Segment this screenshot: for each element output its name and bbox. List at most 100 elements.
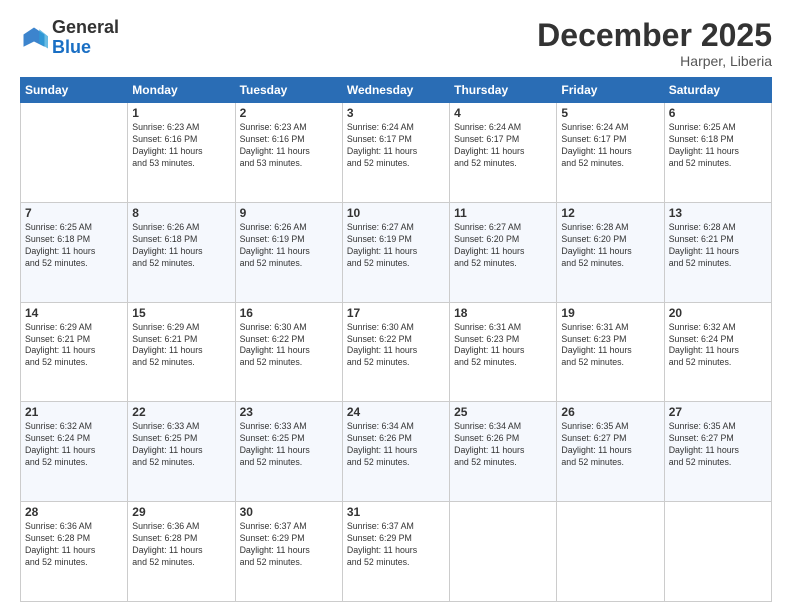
day-number: 15: [132, 306, 230, 320]
logo-icon: [20, 24, 48, 52]
day-number: 26: [561, 405, 659, 419]
day-number: 31: [347, 505, 445, 519]
day-number: 9: [240, 206, 338, 220]
cell-info: Sunrise: 6:33 AM Sunset: 6:25 PM Dayligh…: [240, 421, 338, 469]
logo-general-text: General: [52, 18, 119, 38]
day-number: 28: [25, 505, 123, 519]
day-number: 27: [669, 405, 767, 419]
day-number: 14: [25, 306, 123, 320]
calendar-week-row: 21Sunrise: 6:32 AM Sunset: 6:24 PM Dayli…: [21, 402, 772, 502]
day-header-saturday: Saturday: [664, 78, 771, 103]
day-number: 29: [132, 505, 230, 519]
cell-info: Sunrise: 6:23 AM Sunset: 6:16 PM Dayligh…: [240, 122, 338, 170]
calendar-cell: 21Sunrise: 6:32 AM Sunset: 6:24 PM Dayli…: [21, 402, 128, 502]
calendar-cell: 27Sunrise: 6:35 AM Sunset: 6:27 PM Dayli…: [664, 402, 771, 502]
cell-info: Sunrise: 6:36 AM Sunset: 6:28 PM Dayligh…: [132, 521, 230, 569]
calendar-cell: 4 Sunrise: 6:24 AM Sunset: 6:17 PM Daylig…: [450, 103, 557, 203]
calendar-header-row: SundayMondayTuesdayWednesdayThursdayFrid…: [21, 78, 772, 103]
subtitle: Harper, Liberia: [537, 53, 772, 69]
cell-info: Sunrise: 6:24 AM Sunset: 6:17 PM Dayligh…: [347, 122, 445, 170]
day-number: 19: [561, 306, 659, 320]
day-number: 11: [454, 206, 552, 220]
calendar-cell: 3Sunrise: 6:24 AM Sunset: 6:17 PM Daylig…: [342, 103, 449, 203]
day-header-wednesday: Wednesday: [342, 78, 449, 103]
cell-info: Sunrise: 6:29 AM Sunset: 6:21 PM Dayligh…: [25, 322, 123, 370]
calendar-cell: 26 Sunrise: 6:35 AM Sunset: 6:27 PM Dayli…: [557, 402, 664, 502]
calendar-cell: 17Sunrise: 6:30 AM Sunset: 6:22 PM Dayli…: [342, 302, 449, 402]
calendar-cell: 1 Sunrise: 6:23 AM Sunset: 6:16 PM Daylig…: [128, 103, 235, 203]
calendar-cell: 20Sunrise: 6:32 AM Sunset: 6:24 PM Dayli…: [664, 302, 771, 402]
calendar-cell: 15 Sunrise: 6:29 AM Sunset: 6:21 PM Dayli…: [128, 302, 235, 402]
day-number: 10: [347, 206, 445, 220]
day-number: 20: [669, 306, 767, 320]
day-header-tuesday: Tuesday: [235, 78, 342, 103]
calendar-cell: 23 Sunrise: 6:33 AM Sunset: 6:25 PM Dayli…: [235, 402, 342, 502]
calendar-cell: 19 Sunrise: 6:31 AM Sunset: 6:23 PM Dayli…: [557, 302, 664, 402]
day-number: 23: [240, 405, 338, 419]
cell-info: Sunrise: 6:26 AM Sunset: 6:19 PM Dayligh…: [240, 222, 338, 270]
calendar-cell: 10Sunrise: 6:27 AM Sunset: 6:19 PM Dayli…: [342, 202, 449, 302]
calendar-week-row: 14 Sunrise: 6:29 AM Sunset: 6:21 PM Dayli…: [21, 302, 772, 402]
title-block: December 2025 Harper, Liberia: [537, 18, 772, 69]
calendar-cell: 8 Sunrise: 6:26 AM Sunset: 6:18 PM Daylig…: [128, 202, 235, 302]
calendar-cell: 28 Sunrise: 6:36 AM Sunset: 6:28 PM Dayli…: [21, 502, 128, 602]
day-number: 30: [240, 505, 338, 519]
day-number: 6: [669, 106, 767, 120]
calendar-cell: 29 Sunrise: 6:36 AM Sunset: 6:28 PM Dayli…: [128, 502, 235, 602]
header: General Blue December 2025 Harper, Liber…: [20, 18, 772, 69]
cell-info: Sunrise: 6:29 AM Sunset: 6:21 PM Dayligh…: [132, 322, 230, 370]
cell-info: Sunrise: 6:31 AM Sunset: 6:23 PM Dayligh…: [454, 322, 552, 370]
cell-info: Sunrise: 6:25 AM Sunset: 6:18 PM Dayligh…: [669, 122, 767, 170]
cell-info: Sunrise: 6:34 AM Sunset: 6:26 PM Dayligh…: [454, 421, 552, 469]
calendar-cell: 5Sunrise: 6:24 AM Sunset: 6:17 PM Daylig…: [557, 103, 664, 203]
day-header-monday: Monday: [128, 78, 235, 103]
logo-text: General Blue: [52, 18, 119, 58]
day-number: 4: [454, 106, 552, 120]
day-number: 1: [132, 106, 230, 120]
cell-info: Sunrise: 6:35 AM Sunset: 6:27 PM Dayligh…: [561, 421, 659, 469]
calendar-cell: [21, 103, 128, 203]
calendar-cell: 30 Sunrise: 6:37 AM Sunset: 6:29 PM Dayli…: [235, 502, 342, 602]
calendar-cell: 12 Sunrise: 6:28 AM Sunset: 6:20 PM Dayli…: [557, 202, 664, 302]
month-title: December 2025: [537, 18, 772, 53]
cell-info: Sunrise: 6:37 AM Sunset: 6:29 PM Dayligh…: [240, 521, 338, 569]
day-number: 8: [132, 206, 230, 220]
calendar-cell: 14 Sunrise: 6:29 AM Sunset: 6:21 PM Dayli…: [21, 302, 128, 402]
day-number: 13: [669, 206, 767, 220]
calendar-cell: 31 Sunrise: 6:37 AM Sunset: 6:29 PM Dayli…: [342, 502, 449, 602]
calendar-cell: 22Sunrise: 6:33 AM Sunset: 6:25 PM Dayli…: [128, 402, 235, 502]
day-number: 16: [240, 306, 338, 320]
cell-info: Sunrise: 6:37 AM Sunset: 6:29 PM Dayligh…: [347, 521, 445, 569]
calendar-cell: 9 Sunrise: 6:26 AM Sunset: 6:19 PM Daylig…: [235, 202, 342, 302]
cell-info: Sunrise: 6:24 AM Sunset: 6:17 PM Dayligh…: [454, 122, 552, 170]
logo-blue-text: Blue: [52, 38, 119, 58]
page: General Blue December 2025 Harper, Liber…: [0, 0, 792, 612]
calendar-week-row: 7 Sunrise: 6:25 AM Sunset: 6:18 PM Daylig…: [21, 202, 772, 302]
day-number: 22: [132, 405, 230, 419]
cell-info: Sunrise: 6:23 AM Sunset: 6:16 PM Dayligh…: [132, 122, 230, 170]
logo: General Blue: [20, 18, 119, 58]
cell-info: Sunrise: 6:31 AM Sunset: 6:23 PM Dayligh…: [561, 322, 659, 370]
cell-info: Sunrise: 6:26 AM Sunset: 6:18 PM Dayligh…: [132, 222, 230, 270]
day-number: 21: [25, 405, 123, 419]
calendar-table: SundayMondayTuesdayWednesdayThursdayFrid…: [20, 77, 772, 602]
cell-info: Sunrise: 6:30 AM Sunset: 6:22 PM Dayligh…: [240, 322, 338, 370]
cell-info: Sunrise: 6:25 AM Sunset: 6:18 PM Dayligh…: [25, 222, 123, 270]
calendar-cell: [450, 502, 557, 602]
calendar-cell: [557, 502, 664, 602]
day-number: 24: [347, 405, 445, 419]
day-header-thursday: Thursday: [450, 78, 557, 103]
cell-info: Sunrise: 6:28 AM Sunset: 6:20 PM Dayligh…: [561, 222, 659, 270]
calendar-cell: 11 Sunrise: 6:27 AM Sunset: 6:20 PM Dayli…: [450, 202, 557, 302]
day-number: 7: [25, 206, 123, 220]
day-header-friday: Friday: [557, 78, 664, 103]
calendar-cell: 25Sunrise: 6:34 AM Sunset: 6:26 PM Dayli…: [450, 402, 557, 502]
day-number: 12: [561, 206, 659, 220]
calendar-week-row: 28 Sunrise: 6:36 AM Sunset: 6:28 PM Dayli…: [21, 502, 772, 602]
calendar-cell: 13Sunrise: 6:28 AM Sunset: 6:21 PM Dayli…: [664, 202, 771, 302]
cell-info: Sunrise: 6:27 AM Sunset: 6:20 PM Dayligh…: [454, 222, 552, 270]
cell-info: Sunrise: 6:36 AM Sunset: 6:28 PM Dayligh…: [25, 521, 123, 569]
calendar-cell: 16 Sunrise: 6:30 AM Sunset: 6:22 PM Dayli…: [235, 302, 342, 402]
calendar-week-row: 1 Sunrise: 6:23 AM Sunset: 6:16 PM Daylig…: [21, 103, 772, 203]
day-header-sunday: Sunday: [21, 78, 128, 103]
